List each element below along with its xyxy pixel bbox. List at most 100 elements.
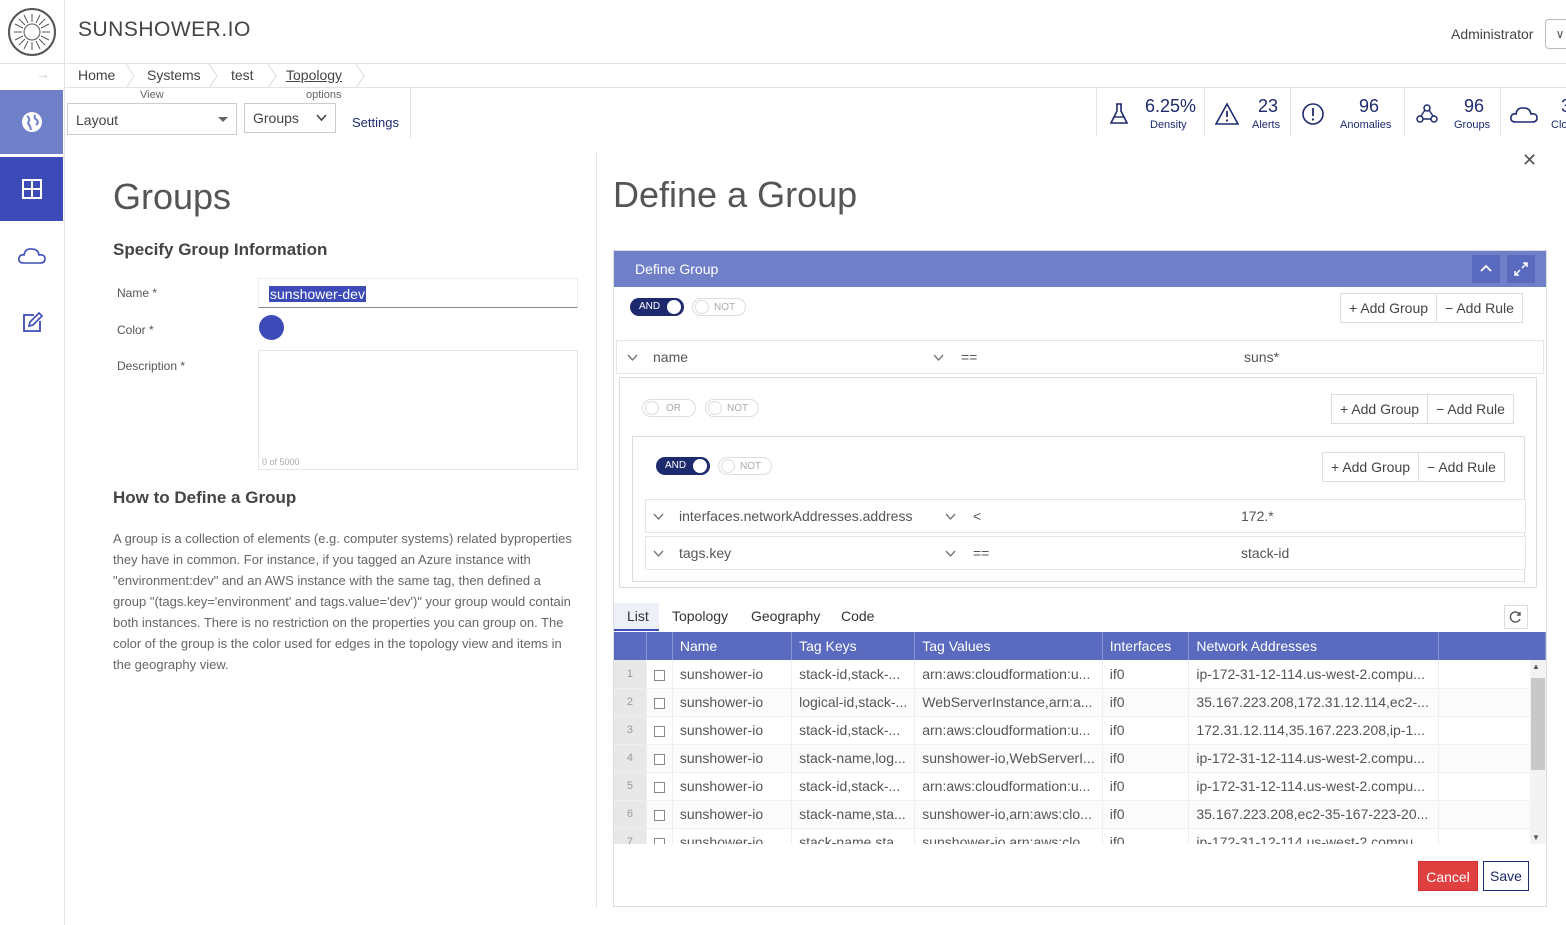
add-group-button[interactable]: + Add Group [1332, 395, 1429, 423]
grid-scrollbar[interactable]: ▲ ▼ [1530, 660, 1546, 844]
row-checkbox-cell[interactable] [646, 800, 673, 829]
tab-list[interactable]: List [614, 603, 659, 631]
not-toggle[interactable]: NOT [692, 298, 746, 316]
cell-tag-values: arn:aws:cloudformation:u... [914, 660, 1103, 689]
chevron-down-icon[interactable] [945, 513, 956, 521]
user-dropdown-button[interactable]: ∨ [1545, 19, 1566, 49]
layout-select[interactable]: Layout [67, 103, 237, 135]
tab-topology[interactable]: Topology [672, 608, 728, 624]
stat-alerts[interactable]: 23 Alerts [1204, 88, 1290, 136]
tab-geography[interactable]: Geography [751, 608, 820, 624]
chevron-down-icon[interactable] [627, 354, 638, 362]
table-row[interactable]: 7 sunshower-io stack-name,sta... sunshower-… [614, 828, 1546, 844]
row-checkbox-cell[interactable] [646, 688, 673, 717]
name-field[interactable]: sunshower-dev [258, 278, 578, 308]
table-row[interactable]: 6 sunshower-io stack-name,sta... sunshower-… [614, 800, 1546, 829]
stat-clouds[interactable]: 3 Clo [1500, 88, 1566, 136]
row-checkbox[interactable] [653, 669, 665, 681]
table-row[interactable]: 5 sunshower-io stack-id,stack-... arn:aws:c… [614, 772, 1546, 801]
sidebar-item-cloud[interactable] [0, 224, 63, 288]
stat-groups[interactable]: 96 Groups [1404, 88, 1500, 136]
scroll-up-icon[interactable]: ▲ [1532, 662, 1540, 671]
sidebar-item-grid[interactable] [0, 157, 63, 221]
close-icon[interactable]: ✕ [1522, 150, 1537, 171]
not-toggle-label: NOT [727, 403, 749, 414]
chevron-down-icon[interactable] [945, 550, 956, 558]
and-toggle[interactable]: AND [630, 298, 684, 316]
rule-field[interactable]: interfaces.networkAddresses.address [679, 508, 912, 524]
column-header-empty [1438, 632, 1546, 660]
scroll-down-icon[interactable]: ▼ [1532, 833, 1540, 842]
rule-value[interactable]: suns* [1244, 349, 1279, 365]
expand-button[interactable] [1507, 255, 1535, 283]
row-checkbox[interactable] [653, 753, 665, 765]
row-checkbox[interactable] [653, 725, 665, 737]
sidebar-item-edit[interactable] [0, 291, 63, 355]
row-checkbox[interactable] [653, 781, 665, 793]
rule-operator[interactable]: == [973, 545, 989, 561]
rule-operator[interactable]: < [973, 508, 981, 524]
row-checkbox-cell[interactable] [646, 772, 673, 801]
table-row[interactable]: 4 sunshower-io stack-name,log... sunshower-… [614, 744, 1546, 773]
scrollbar-thumb[interactable] [1531, 678, 1545, 770]
table-row[interactable]: 1 sunshower-io stack-id,stack-... arn:aws:c… [614, 660, 1546, 689]
column-header-tag-values[interactable]: Tag Values [914, 632, 1103, 660]
rule-row[interactable]: name == suns* [616, 340, 1544, 374]
user-name[interactable]: Administrator [1451, 26, 1533, 42]
cell-interfaces: if0 [1102, 772, 1190, 801]
chevron-down-icon[interactable] [653, 550, 664, 558]
and-toggle[interactable]: AND [656, 457, 710, 475]
groups-select[interactable]: Groups [244, 103, 336, 133]
rule-value[interactable]: stack-id [1241, 545, 1289, 561]
table-row[interactable]: 3 sunshower-io stack-id,stack-... arn:aws:c… [614, 716, 1546, 745]
rule-value[interactable]: 172.* [1241, 508, 1274, 524]
collapse-button[interactable] [1472, 255, 1500, 283]
column-header-interfaces[interactable]: Interfaces [1102, 632, 1190, 660]
settings-link[interactable]: Settings [352, 115, 399, 130]
rule-row[interactable]: tags.key == stack-id [645, 536, 1526, 570]
cell-name: sunshower-io [672, 688, 793, 717]
color-swatch[interactable] [259, 315, 284, 340]
row-checkbox-cell[interactable] [646, 716, 673, 745]
row-checkbox[interactable] [653, 809, 665, 821]
column-header-tag-keys[interactable]: Tag Keys [791, 632, 916, 660]
tab-code[interactable]: Code [841, 608, 874, 624]
char-count: 0 of 5000 [262, 457, 300, 467]
collapse-arrow-icon[interactable]: → [36, 66, 50, 82]
rule-row[interactable]: interfaces.networkAddresses.address < 17… [645, 499, 1526, 533]
rule-field[interactable]: name [653, 349, 688, 365]
rule-operator[interactable]: == [961, 349, 977, 365]
table-row[interactable]: 2 sunshower-io logical-id,stack-... WebServ… [614, 688, 1546, 717]
chevron-down-icon[interactable] [653, 513, 664, 521]
add-group-button[interactable]: + Add Group [1341, 294, 1438, 322]
cancel-button[interactable]: Cancel [1418, 861, 1478, 891]
row-checkbox[interactable] [653, 697, 665, 709]
save-button[interactable]: Save [1483, 861, 1529, 891]
add-rule-button[interactable]: − Add Rule [1419, 453, 1504, 481]
or-toggle[interactable]: OR [642, 399, 696, 417]
add-rule-button[interactable]: − Add Rule [1428, 395, 1513, 423]
stat-density[interactable]: 6.25% Density [1096, 88, 1204, 136]
column-header-network-addresses[interactable]: Network Addresses [1188, 632, 1440, 660]
description-field[interactable]: 0 of 5000 [258, 350, 578, 470]
refresh-button[interactable] [1504, 605, 1528, 629]
not-toggle[interactable]: NOT [718, 457, 772, 475]
row-checkbox-cell[interactable] [646, 744, 673, 773]
breadcrumb-home[interactable]: Home [78, 67, 115, 83]
breadcrumb-topology[interactable]: Topology [286, 67, 342, 83]
breadcrumb-test[interactable]: test [231, 67, 254, 83]
not-toggle[interactable]: NOT [705, 399, 759, 417]
stat-anomalies[interactable]: 96 Anomalies [1290, 88, 1404, 136]
row-checkbox[interactable] [653, 837, 665, 844]
column-header-name[interactable]: Name [672, 632, 793, 660]
chevron-down-icon[interactable] [933, 354, 944, 362]
warning-triangle-icon [1215, 102, 1239, 125]
add-rule-button[interactable]: − Add Rule [1437, 294, 1522, 322]
add-group-button[interactable]: + Add Group [1323, 453, 1420, 481]
rule-field[interactable]: tags.key [679, 545, 731, 561]
row-checkbox-cell[interactable] [646, 660, 673, 689]
row-checkbox-cell[interactable] [646, 828, 673, 844]
breadcrumb-systems[interactable]: Systems [147, 67, 201, 83]
sidebar-item-globe[interactable] [0, 90, 63, 154]
logo-icon[interactable] [8, 8, 56, 56]
